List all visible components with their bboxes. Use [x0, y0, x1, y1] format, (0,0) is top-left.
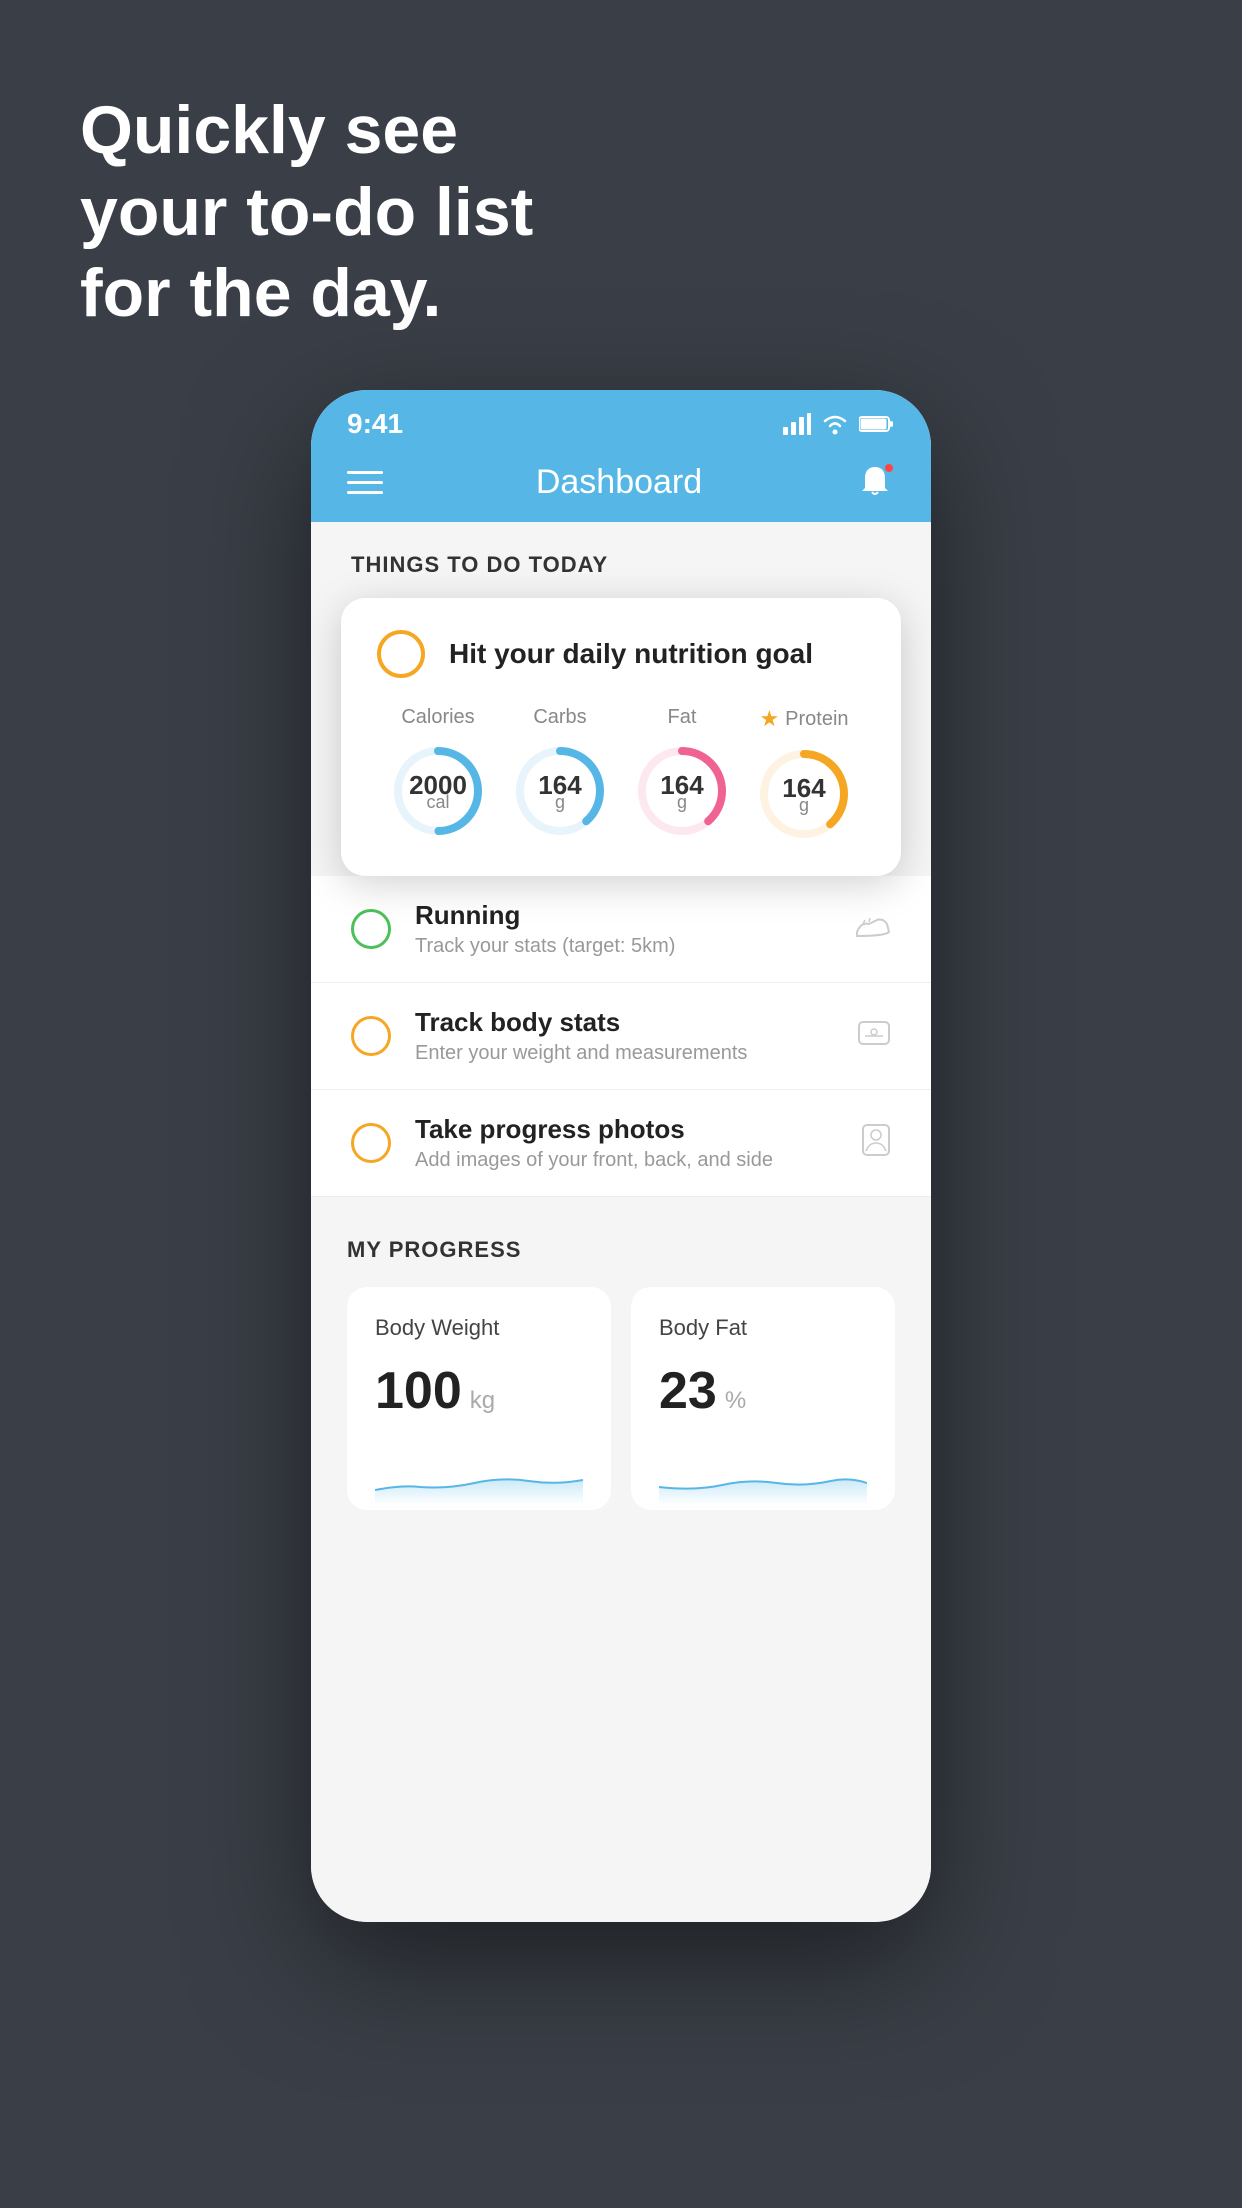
body-weight-value: 100 kg	[375, 1361, 583, 1421]
body-fat-chart	[659, 1445, 867, 1505]
hero-line2: your to-do list	[80, 172, 533, 254]
fat-ring: 164 g	[632, 741, 732, 841]
todo-list: Running Track your stats (target: 5km) T…	[311, 876, 931, 1197]
phone-content: THINGS TO DO TODAY Hit your daily nutrit…	[311, 522, 931, 1922]
progress-cards: Body Weight 100 kg	[347, 1287, 895, 1510]
portrait-icon	[861, 1123, 891, 1164]
todo-text-photos: Take progress photos Add images of your …	[415, 1114, 837, 1172]
svg-text:cal: cal	[426, 792, 449, 812]
todo-subtitle-running: Track your stats (target: 5km)	[415, 935, 831, 958]
carbs-ring-item: Carbs 164 g	[510, 706, 610, 841]
body-weight-label: Body Weight	[375, 1315, 583, 1341]
fat-label: Fat	[668, 706, 697, 729]
things-today-title: THINGS TO DO TODAY	[351, 552, 608, 577]
nutrition-card-header: Hit your daily nutrition goal	[377, 630, 865, 678]
todo-title-body-stats: Track body stats	[415, 1007, 833, 1038]
status-icons	[783, 413, 895, 435]
phone-shell: 9:41	[311, 390, 931, 1922]
todo-text-body-stats: Track body stats Enter your weight and m…	[415, 1007, 833, 1065]
signal-icon	[783, 413, 811, 435]
todo-title-photos: Take progress photos	[415, 1114, 837, 1145]
hero-text: Quickly see your to-do list for the day.	[80, 90, 533, 335]
notification-dot	[883, 462, 895, 474]
calories-ring: 2000 cal	[388, 741, 488, 841]
body-weight-number: 100	[375, 1361, 462, 1421]
nav-title: Dashboard	[536, 463, 702, 502]
wifi-icon	[821, 413, 849, 435]
status-bar: 9:41	[311, 390, 931, 446]
fat-ring-item: Fat 164 g	[632, 706, 732, 841]
nav-bar: Dashboard	[311, 446, 931, 522]
todo-title-running: Running	[415, 900, 831, 931]
nutrition-check-circle	[377, 630, 425, 678]
body-fat-unit: %	[725, 1387, 746, 1415]
todo-circle-photos	[351, 1123, 391, 1163]
body-weight-unit: kg	[470, 1387, 495, 1415]
hero-line1: Quickly see	[80, 90, 533, 172]
todo-subtitle-photos: Add images of your front, back, and side	[415, 1149, 837, 1172]
progress-title: MY PROGRESS	[347, 1237, 895, 1263]
carbs-label: Carbs	[533, 706, 586, 729]
nutrition-card-title: Hit your daily nutrition goal	[449, 638, 813, 670]
todo-subtitle-body-stats: Enter your weight and measurements	[415, 1042, 833, 1065]
hero-line3: for the day.	[80, 253, 533, 335]
todo-item-photos[interactable]: Take progress photos Add images of your …	[311, 1090, 931, 1197]
body-fat-label: Body Fat	[659, 1315, 867, 1341]
protein-label: ★ Protein	[759, 706, 848, 732]
svg-text:g: g	[677, 792, 687, 812]
todo-item-body-stats[interactable]: Track body stats Enter your weight and m…	[311, 983, 931, 1090]
body-fat-value: 23 %	[659, 1361, 867, 1421]
body-weight-chart	[375, 1445, 583, 1505]
svg-text:g: g	[799, 795, 809, 815]
bell-button[interactable]	[855, 462, 895, 502]
protein-star-icon: ★	[759, 706, 779, 732]
todo-circle-running	[351, 909, 391, 949]
svg-text:g: g	[555, 792, 565, 812]
things-today-header: THINGS TO DO TODAY	[311, 522, 931, 598]
body-fat-number: 23	[659, 1361, 717, 1421]
calories-label: Calories	[401, 706, 474, 729]
todo-item-running[interactable]: Running Track your stats (target: 5km)	[311, 876, 931, 983]
protein-ring-item: ★ Protein 164 g	[754, 706, 854, 844]
todo-circle-body-stats	[351, 1016, 391, 1056]
nutrition-card[interactable]: Hit your daily nutrition goal Calories 2…	[341, 598, 901, 876]
calories-ring-item: Calories 2000 cal	[388, 706, 488, 841]
body-fat-card[interactable]: Body Fat 23 %	[631, 1287, 895, 1510]
shoe-icon	[855, 912, 891, 947]
protein-ring: 164 g	[754, 744, 854, 844]
nutrition-rings: Calories 2000 cal Carbs 164 g	[377, 706, 865, 844]
body-weight-card[interactable]: Body Weight 100 kg	[347, 1287, 611, 1510]
scale-icon	[857, 1018, 891, 1055]
todo-text-running: Running Track your stats (target: 5km)	[415, 900, 831, 958]
hamburger-menu[interactable]	[347, 471, 383, 494]
progress-section: MY PROGRESS Body Weight 100 kg	[311, 1197, 931, 1540]
carbs-ring: 164 g	[510, 741, 610, 841]
status-time: 9:41	[347, 408, 403, 440]
battery-icon	[859, 415, 895, 433]
